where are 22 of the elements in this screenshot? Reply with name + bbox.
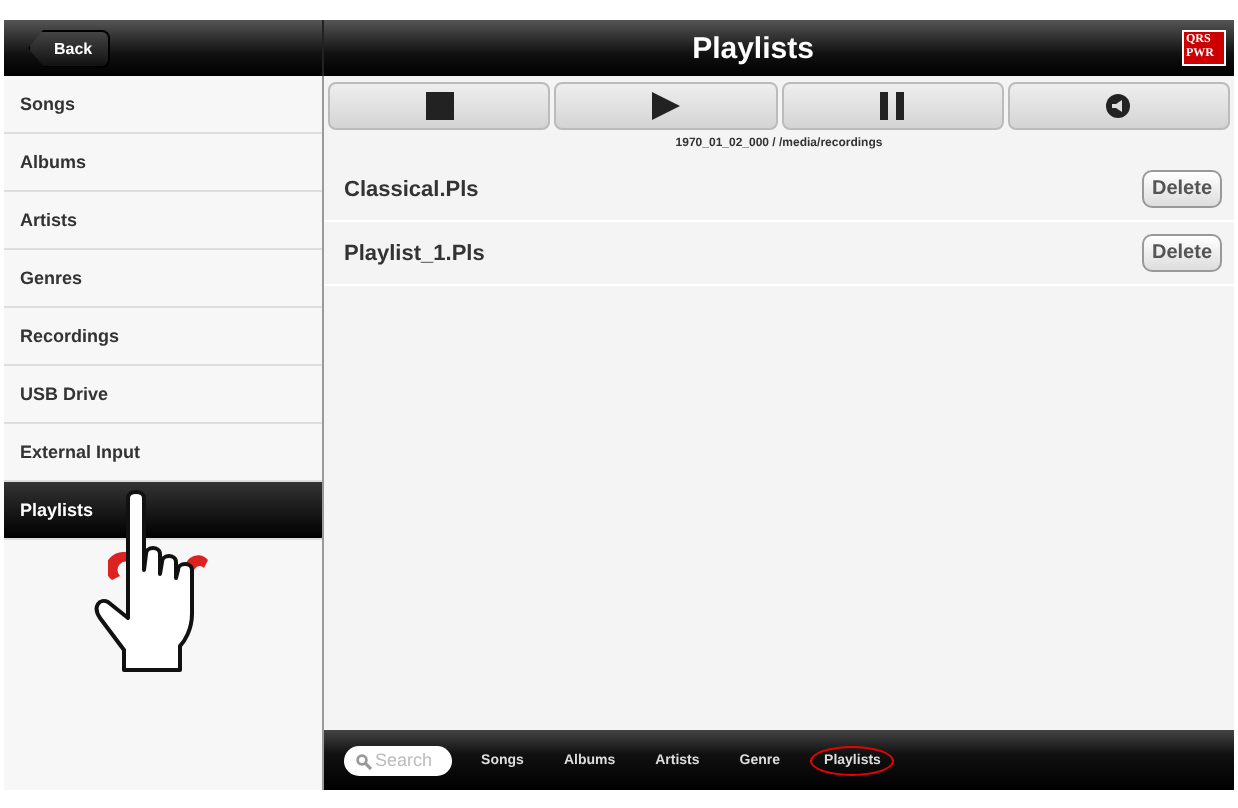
speaker-icon (1106, 94, 1131, 118)
sidebar-item[interactable]: Artists (4, 192, 322, 250)
sidebar-item[interactable]: USB Drive (4, 366, 322, 424)
sidebar-item[interactable]: Recordings (4, 308, 322, 366)
play-icon (651, 92, 680, 120)
sidebar-item[interactable]: Songs (4, 76, 322, 134)
playlist-name[interactable]: Classical.Pls (344, 177, 479, 201)
play-button[interactable] (554, 82, 777, 130)
search-field[interactable]: Search (343, 745, 452, 775)
sidebar-item[interactable]: Albums (4, 134, 322, 192)
pause-button[interactable] (781, 82, 1004, 130)
pause-icon (880, 92, 905, 120)
volume-button[interactable] (1007, 82, 1230, 130)
delete-button[interactable]: Delete (1141, 170, 1222, 208)
delete-button[interactable]: Delete (1141, 234, 1222, 272)
stop-icon (425, 92, 454, 120)
playlist-name[interactable]: Playlist_1.Pls (344, 241, 485, 265)
sidebar-item[interactable]: Playlists (4, 482, 322, 540)
stop-button[interactable] (328, 82, 551, 130)
sidebar-item[interactable]: Genres (4, 250, 322, 308)
screen-title: Playlists (690, 31, 816, 65)
back-button[interactable]: Back (28, 29, 111, 67)
